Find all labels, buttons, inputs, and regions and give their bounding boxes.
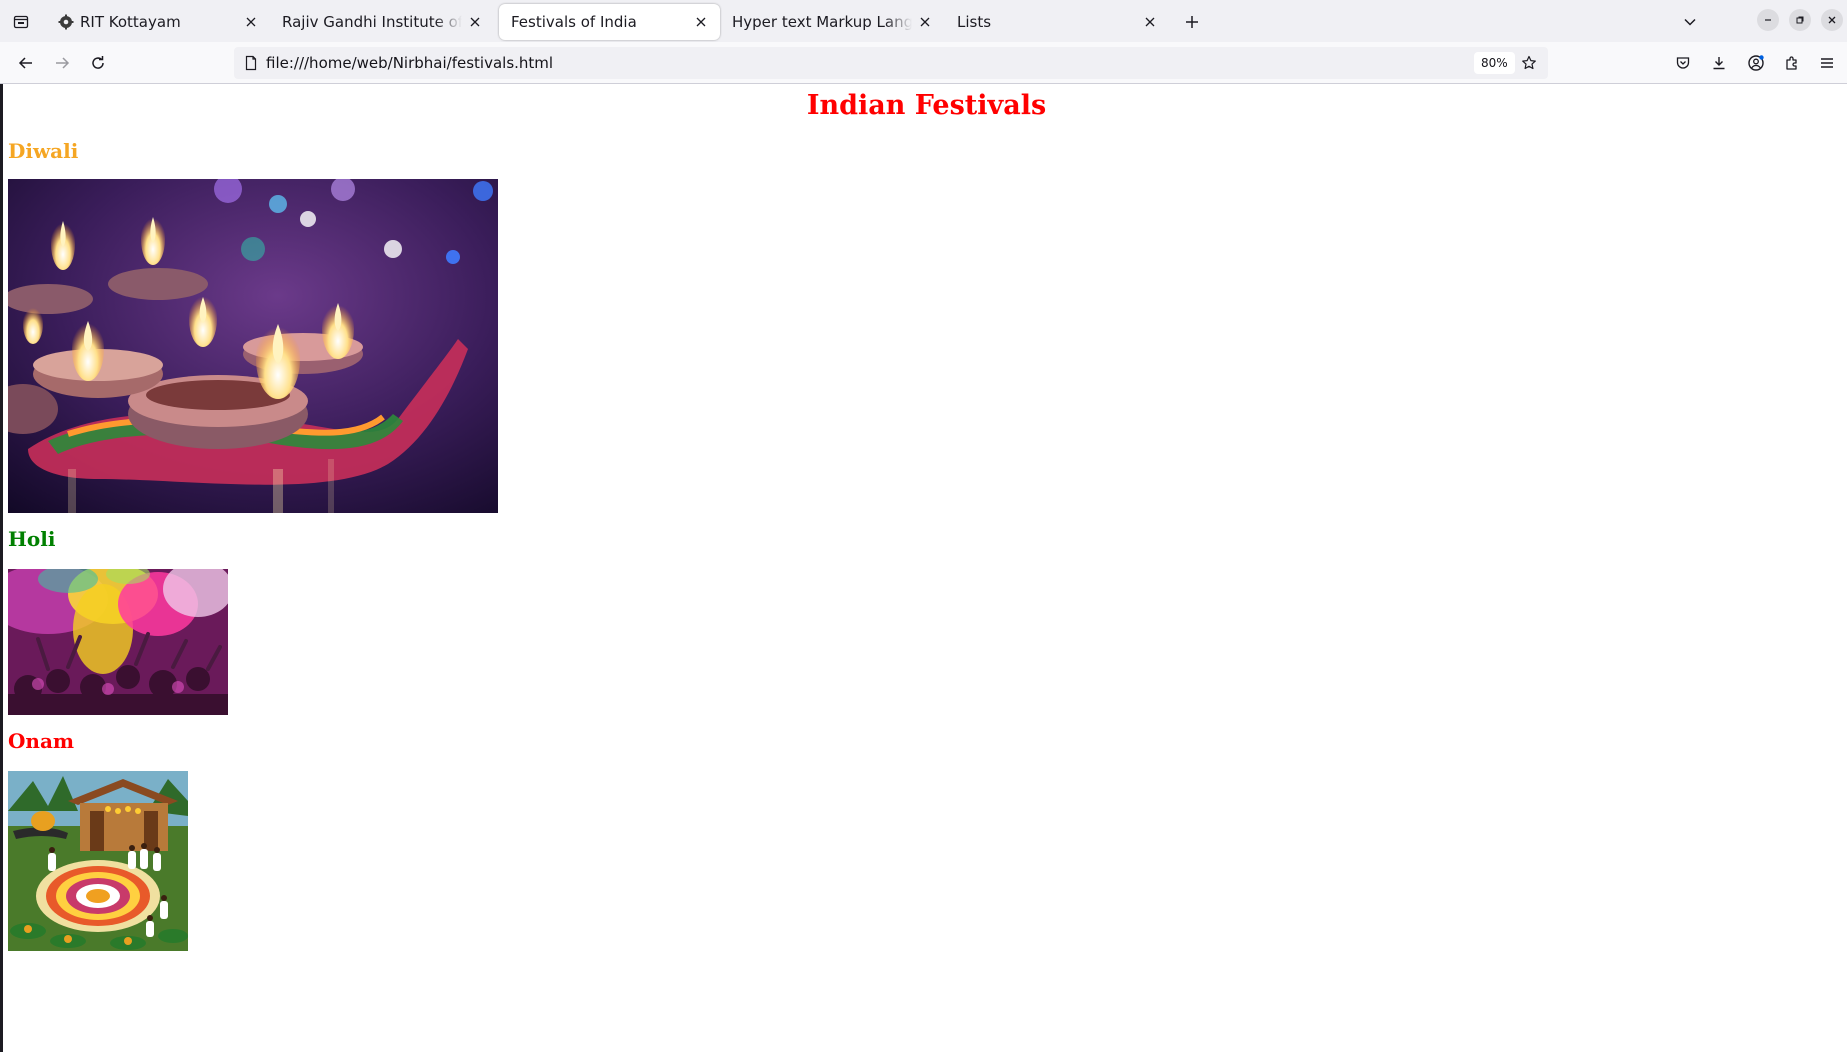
url-input[interactable]: [266, 51, 1366, 75]
downloads-button[interactable]: [1704, 49, 1734, 77]
gear-icon: [58, 14, 74, 30]
holi-colors-illustration: [8, 569, 228, 715]
star-icon: [1522, 55, 1536, 70]
tab-close-button[interactable]: [916, 13, 934, 31]
puzzle-icon: [1786, 56, 1797, 70]
onam-pookalam-illustration: [8, 771, 188, 951]
close-icon: [1145, 17, 1155, 27]
firefox-view-button[interactable]: [6, 9, 36, 35]
heading-holi: Holi: [8, 527, 56, 551]
tab-close-button[interactable]: [242, 13, 260, 31]
browser-window: RIT Kottayam Rajiv Gandhi Institute of T…: [0, 0, 1847, 1052]
tab-title: Lists: [957, 13, 992, 31]
tab-title: Rajiv Gandhi Institute of Technology: [282, 13, 462, 31]
account-icon: [1748, 55, 1764, 71]
page-content: Indian Festivals Diwali Holi Onam: [0, 84, 1847, 1052]
arrow-left-icon: [18, 57, 32, 69]
close-icon: [920, 17, 930, 27]
forward-button[interactable]: [47, 49, 77, 77]
tab-close-button[interactable]: [466, 13, 484, 31]
page-title: Indian Festivals: [806, 90, 1047, 121]
restore-button[interactable]: [1789, 9, 1811, 31]
tab-close-button[interactable]: [692, 13, 710, 31]
hamburger-menu-icon: [1821, 58, 1833, 68]
page-icon: [245, 55, 257, 71]
tab-title: Hyper text Markup Language: [732, 13, 912, 31]
tab-bar: RIT Kottayam Rajiv Gandhi Institute of T…: [0, 0, 1847, 42]
menu-button[interactable]: [1812, 49, 1842, 77]
minimize-button[interactable]: [1757, 9, 1779, 31]
tab-hyper-text-markup-language[interactable]: Hyper text Markup Language: [720, 4, 944, 40]
pocket-button[interactable]: [1668, 49, 1698, 77]
zoom-reset-button[interactable]: 80%: [1474, 52, 1515, 74]
reload-button[interactable]: [83, 49, 113, 77]
diwali-lamps-illustration: [8, 179, 498, 513]
account-button[interactable]: [1741, 49, 1771, 77]
navigation-toolbar: 80%: [0, 42, 1847, 84]
tab-rajiv-gandhi-institute[interactable]: Rajiv Gandhi Institute of Technology: [270, 4, 494, 40]
reload-icon: [92, 56, 104, 69]
window-controls: [1757, 9, 1847, 33]
url-bar[interactable]: 80%: [234, 47, 1548, 79]
bookmark-star-button[interactable]: [1516, 50, 1542, 76]
close-icon: [1828, 16, 1836, 24]
close-icon: [470, 17, 480, 27]
arrow-right-icon: [56, 57, 70, 69]
chevron-down-icon: [1684, 18, 1696, 26]
onam-image: [8, 771, 188, 951]
download-icon: [1713, 57, 1725, 70]
tab-close-button[interactable]: [1141, 13, 1159, 31]
list-all-tabs-button[interactable]: [1676, 9, 1704, 35]
close-icon: [246, 17, 256, 27]
pocket-icon: [1676, 57, 1690, 69]
firefox-view-icon: [13, 15, 29, 29]
close-icon: [696, 17, 706, 27]
back-button[interactable]: [11, 49, 41, 77]
tab-lists[interactable]: Lists: [945, 4, 1169, 40]
tab-title: RIT Kottayam: [80, 13, 181, 31]
new-tab-button[interactable]: [1178, 9, 1206, 35]
tab-rit-kottayam[interactable]: RIT Kottayam: [46, 4, 270, 40]
tab-festivals-of-india[interactable]: Festivals of India: [499, 4, 720, 40]
restore-icon: [1796, 16, 1804, 24]
plus-icon: [1186, 16, 1198, 28]
tab-title: Festivals of India: [511, 13, 637, 31]
heading-diwali: Diwali: [8, 139, 79, 163]
minimize-icon: [1765, 19, 1771, 21]
close-window-button[interactable]: [1821, 9, 1843, 31]
extensions-button[interactable]: [1777, 49, 1807, 77]
heading-onam: Onam: [8, 729, 75, 753]
holi-image: [8, 569, 228, 715]
diwali-image: [8, 179, 498, 513]
